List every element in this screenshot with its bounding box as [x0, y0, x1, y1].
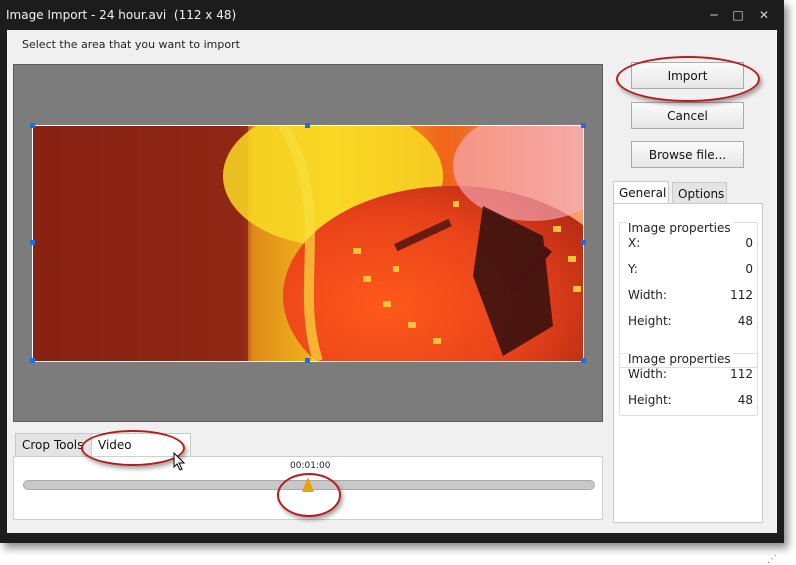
property-row-x: X: 0 [628, 236, 753, 254]
property-label: Y: [628, 262, 638, 276]
property-label: X: [628, 236, 641, 250]
group-title: Image properties [626, 352, 733, 366]
property-label: Height: [628, 393, 672, 407]
annotation-circle-playhead [277, 473, 341, 517]
timeline-time-label: 00:01:00 [290, 461, 331, 471]
property-row-width: Width: 112 [628, 367, 753, 385]
maximize-icon[interactable]: □ [730, 7, 746, 23]
crop-handle-top-right[interactable] [581, 123, 586, 128]
property-row-height: Height: 48 [628, 314, 753, 332]
image-properties-group: Image properties X: 0 Y: 0 Width: 112 He… [619, 221, 758, 368]
video-frame-image[interactable] [32, 125, 584, 362]
property-value: 48 [737, 314, 753, 328]
property-value: 48 [737, 393, 753, 407]
tab-general[interactable]: General [613, 181, 669, 203]
property-row-width: Width: 112 [628, 288, 753, 306]
cancel-button[interactable]: Cancel [631, 102, 744, 129]
property-row-y: Y: 0 [628, 262, 753, 280]
title-bar[interactable]: Image Import - 24 hour.avi (112 x 48) ─ … [0, 0, 784, 30]
minimize-icon[interactable]: ─ [706, 7, 722, 23]
crop-handle-middle-left[interactable] [30, 240, 35, 245]
image-properties-group: Image properties Width: 112 Height: 48 [619, 352, 758, 416]
property-value: 112 [730, 288, 753, 302]
group-title: Image properties [626, 221, 733, 235]
property-value: 112 [730, 367, 753, 381]
tab-options[interactable]: Options [672, 182, 727, 203]
property-label: Height: [628, 314, 672, 328]
annotation-circle-import [616, 56, 760, 102]
browse-file-button[interactable]: Browse file... [631, 141, 744, 168]
window-title: Image Import - 24 hour.avi (112 x 48) [6, 8, 237, 22]
crop-preview-area[interactable] [13, 64, 603, 422]
mouse-cursor-icon [173, 452, 186, 471]
property-value: 0 [745, 236, 753, 250]
property-row-height: Height: 48 [628, 393, 753, 411]
property-label: Width: [628, 288, 667, 302]
crop-handle-bottom-right[interactable] [581, 358, 586, 363]
crop-handle-top-left[interactable] [30, 123, 35, 128]
property-label: Width: [628, 367, 667, 381]
crop-handle-top-middle[interactable] [305, 123, 310, 128]
instruction-text: Select the area that you want to import [22, 38, 240, 51]
annotation-circle-video-timeline [81, 430, 185, 466]
crop-handle-bottom-left[interactable] [30, 358, 35, 363]
crop-handle-bottom-middle[interactable] [305, 358, 310, 363]
property-value: 0 [745, 262, 753, 276]
video-frame-picture [33, 126, 583, 361]
properties-panel: Image properties X: 0 Y: 0 Width: 112 He… [613, 203, 763, 523]
crop-handle-middle-right[interactable] [581, 240, 586, 245]
close-icon[interactable]: ✕ [756, 7, 772, 23]
